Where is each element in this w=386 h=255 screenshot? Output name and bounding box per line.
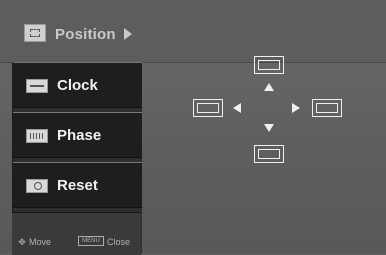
right-arrow-icon [124, 28, 132, 40]
menu-item-label: Phase [57, 127, 102, 144]
position-right-icon [312, 99, 342, 117]
position-icon [24, 24, 46, 42]
menu-key-icon: MENU [78, 236, 104, 246]
page-title: Position [55, 26, 116, 43]
clock-icon [26, 79, 48, 93]
osd-header: Position [0, 0, 386, 63]
menu-item-clock[interactable]: Clock [13, 62, 142, 108]
close-hint: Close [107, 237, 131, 247]
up-arrow-icon[interactable] [264, 83, 274, 91]
position-up-icon [254, 56, 284, 74]
position-left-icon [193, 99, 223, 117]
menu-item-reset[interactable]: Reset [13, 162, 142, 208]
phase-icon [26, 129, 48, 143]
position-down-icon [254, 145, 284, 163]
reset-icon [26, 179, 48, 193]
menu-item-label: Reset [57, 177, 98, 194]
move-hint: Move [29, 237, 52, 247]
down-arrow-icon[interactable] [264, 124, 274, 132]
move-icon: ✥ [18, 237, 26, 247]
menu-item-label: Clock [57, 77, 98, 94]
footer-hints: ✥ Move MENU Close [12, 212, 141, 255]
osd-window: Position Clock Phase Reset ✥ Move MENU C… [0, 0, 386, 255]
menu-item-phase[interactable]: Phase [13, 112, 142, 158]
left-arrow-icon[interactable] [233, 103, 241, 113]
right-arrow-icon[interactable] [292, 103, 300, 113]
